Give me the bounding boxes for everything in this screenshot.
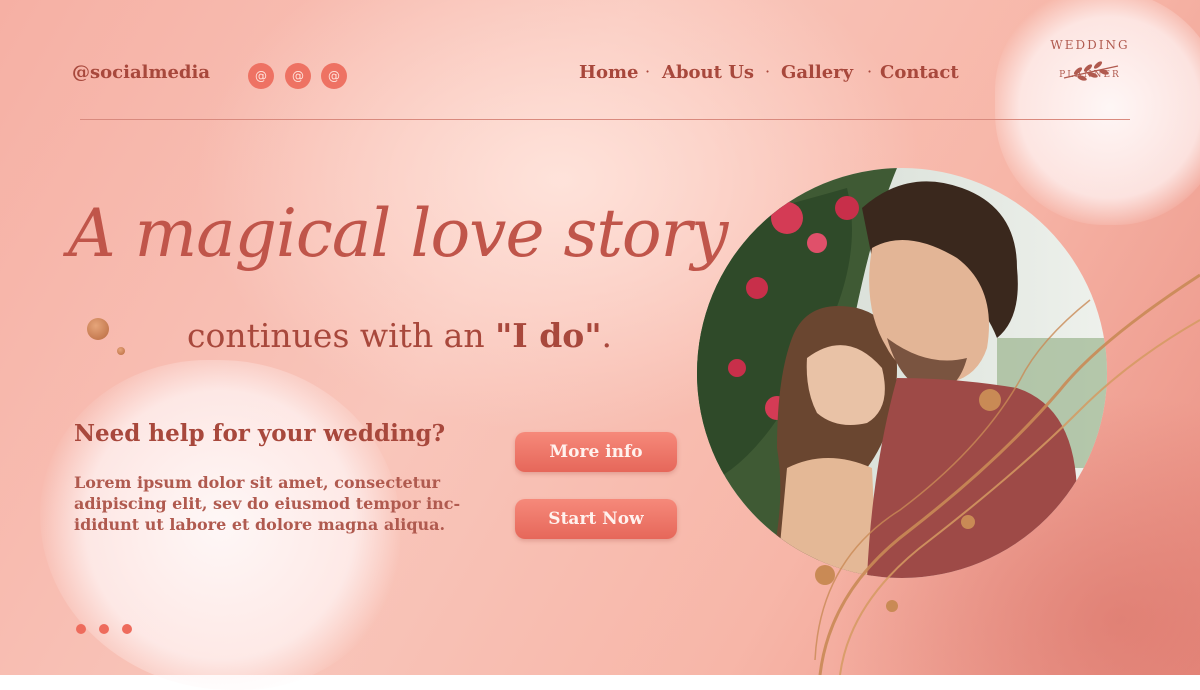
social-at-icon-1[interactable]: @ [248, 63, 274, 89]
top-bar: @socialmedia @ @ @ Home · About Us · Gal… [0, 0, 1200, 120]
subline-bold: "I do" [495, 316, 602, 355]
wedding-planner-logo[interactable]: WEDDING PLANNER [1030, 38, 1150, 110]
subline-suffix: . [601, 316, 613, 355]
header-divider [80, 119, 1130, 120]
logo-text-top: WEDDING [1050, 38, 1130, 52]
gold-dot [117, 347, 125, 355]
social-handle[interactable]: @socialmedia [72, 62, 210, 83]
nav-separator: · [645, 62, 651, 81]
nav-home[interactable]: Home [579, 62, 639, 83]
pager-dot-1[interactable] [76, 624, 86, 634]
nav-contact[interactable]: Contact [880, 62, 959, 83]
nav-about-us[interactable]: About Us [662, 62, 754, 83]
help-heading: Need help for your wedding? [74, 420, 446, 447]
pager-dot-2[interactable] [99, 624, 109, 634]
branch-icon [1063, 61, 1119, 81]
hero-headline: A magical love story [68, 195, 728, 272]
nav-separator: · [867, 62, 873, 81]
nav-separator: · [765, 62, 771, 81]
hero-subline: continues with an "I do". [187, 316, 612, 355]
info-body: Lorem ipsum dolor sit amet, consectetur … [74, 473, 461, 534]
social-at-icon-2[interactable]: @ [285, 63, 311, 89]
pager-dot-3[interactable] [122, 624, 132, 634]
gold-dot [87, 318, 109, 340]
nav-gallery[interactable]: Gallery [781, 62, 853, 83]
social-at-icon-3[interactable]: @ [321, 63, 347, 89]
gold-swirl-ornament [814, 273, 1200, 675]
start-now-button[interactable]: Start Now [515, 499, 677, 539]
more-info-button[interactable]: More info [515, 432, 677, 472]
subline-prefix: continues with an [187, 316, 496, 355]
